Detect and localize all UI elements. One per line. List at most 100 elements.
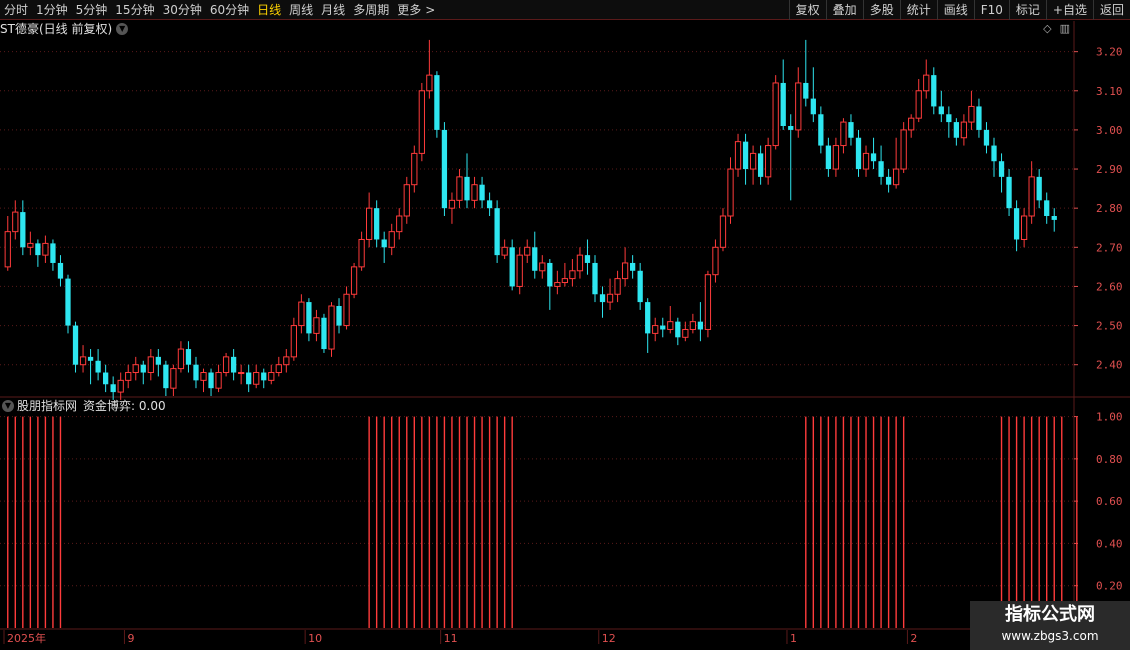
candle-body-up (862, 152, 870, 170)
time-tick-label: 2025年 (7, 631, 46, 645)
indicator-tick-label: 0.80 (1096, 453, 1123, 466)
candle-body-down (65, 278, 71, 326)
candle-body-down (103, 372, 109, 385)
candle-body-up (727, 168, 734, 217)
candle-body-down (185, 349, 192, 365)
candle-body-down (885, 176, 892, 185)
candle-body-down (788, 126, 794, 130)
candle-body-down (878, 161, 884, 177)
candle-body-down (110, 384, 116, 393)
candle-body-up (170, 368, 177, 389)
candle-body-up (313, 317, 320, 334)
candle-body-down (381, 239, 387, 248)
candle-body-down (1051, 216, 1057, 220)
site-watermark: 指标公式网 www.zbgs3.com (970, 601, 1130, 650)
main-chart-header: ST德豪(日线 前复权) ▼ (0, 21, 131, 37)
candle-body-down (810, 98, 816, 115)
candle-body-down (938, 106, 944, 115)
candle-body-down (208, 372, 214, 389)
candle-body-up (652, 325, 659, 334)
candle-body-down (757, 153, 764, 177)
candle-body-up (418, 90, 425, 154)
candle-body-down (1013, 208, 1020, 240)
candle-body-up (960, 121, 968, 139)
candle-body-down (35, 243, 41, 256)
candle-body-up (253, 372, 260, 385)
candle-body-up (403, 184, 410, 217)
time-tick-label: 1 (790, 632, 797, 645)
price-tick-label: 2.90 (1096, 163, 1123, 176)
candle-body-down (599, 294, 606, 303)
candle-body-down (742, 141, 749, 170)
candle-body-up (915, 90, 922, 119)
candle-body-down (780, 82, 786, 126)
stock-title: ST德豪(日线 前复权) (0, 22, 113, 36)
candle-body-down (946, 114, 952, 123)
candle-body-up (79, 356, 87, 366)
indicator-name: 股朋指标网 (17, 399, 78, 413)
candle-body-up (388, 231, 395, 248)
candle-body-up (569, 270, 576, 280)
candle-body-down (155, 356, 161, 365)
candle-body-up (1028, 176, 1035, 217)
candle-body-down (72, 325, 79, 365)
candle-body-down (953, 122, 959, 138)
candle-body-up (795, 82, 802, 131)
candle-body-up (268, 372, 275, 381)
time-tick-label: 9 (127, 632, 134, 645)
candle-body-up (125, 372, 132, 381)
diamond-icon[interactable]: ◇ (1043, 22, 1051, 35)
candle-body-up (719, 215, 727, 248)
candle-body-down (825, 145, 832, 170)
candle-body-up (908, 117, 915, 131)
candle-body-down (494, 208, 500, 256)
indicator-tick-label: 0.40 (1096, 537, 1123, 550)
candle-body-down (336, 306, 342, 326)
candle-body-up (4, 231, 11, 268)
chevron-down-icon[interactable]: ▼ (116, 23, 129, 35)
chevron-down-icon[interactable]: ▼ (2, 400, 14, 412)
candle-body-up (923, 74, 930, 92)
candle-body-down (464, 176, 470, 201)
candle-body-down (675, 321, 681, 338)
candle-body-down (374, 208, 380, 240)
candle-body-up (524, 246, 531, 256)
candle-body-up (621, 262, 629, 280)
indicator-value: 资金博弈: 0.00 (83, 399, 166, 413)
candle-body-up (539, 262, 546, 272)
candle-body-down (1006, 176, 1012, 209)
price-tick-label: 2.40 (1096, 359, 1123, 372)
panel-toggle-icon[interactable]: ▥ (1060, 22, 1070, 35)
candle-body-down (976, 106, 982, 130)
candle-body-up (350, 266, 358, 295)
candle-body-down (306, 302, 312, 334)
candle-body-down (246, 372, 252, 385)
candle-body-up (290, 325, 297, 358)
candle-body-up (12, 211, 19, 233)
price-tick-label: 2.80 (1096, 202, 1123, 215)
candle-body-down (697, 321, 704, 330)
candle-body-down (321, 317, 327, 350)
candle-body-up (576, 254, 584, 272)
candle-body-up (501, 246, 508, 256)
price-tick-label: 2.70 (1096, 241, 1123, 254)
candle-body-down (57, 262, 64, 279)
candle-body-down (818, 114, 824, 146)
indicator-header: ▼ 股朋指标网 资金博弈: 0.00 (2, 398, 166, 414)
candle-body-up (298, 301, 305, 327)
candle-body-down (584, 255, 591, 263)
candle-body-down (163, 364, 169, 389)
candle-body-up (215, 372, 222, 389)
candle-body-down (230, 356, 237, 373)
candle-body-up (840, 121, 847, 147)
chart-corner-tools: ◇ ▥ (1043, 22, 1070, 35)
watermark-url: www.zbgs3.com (1001, 629, 1099, 643)
candle-body-up (456, 176, 463, 201)
candle-body-down (50, 243, 56, 263)
candle-body-up (358, 238, 365, 268)
price-tick-label: 2.50 (1096, 320, 1123, 333)
candle-body-up (132, 364, 139, 374)
candle-body-up (117, 379, 124, 393)
candle-body-up (689, 321, 696, 330)
candle-body-up (893, 168, 900, 186)
